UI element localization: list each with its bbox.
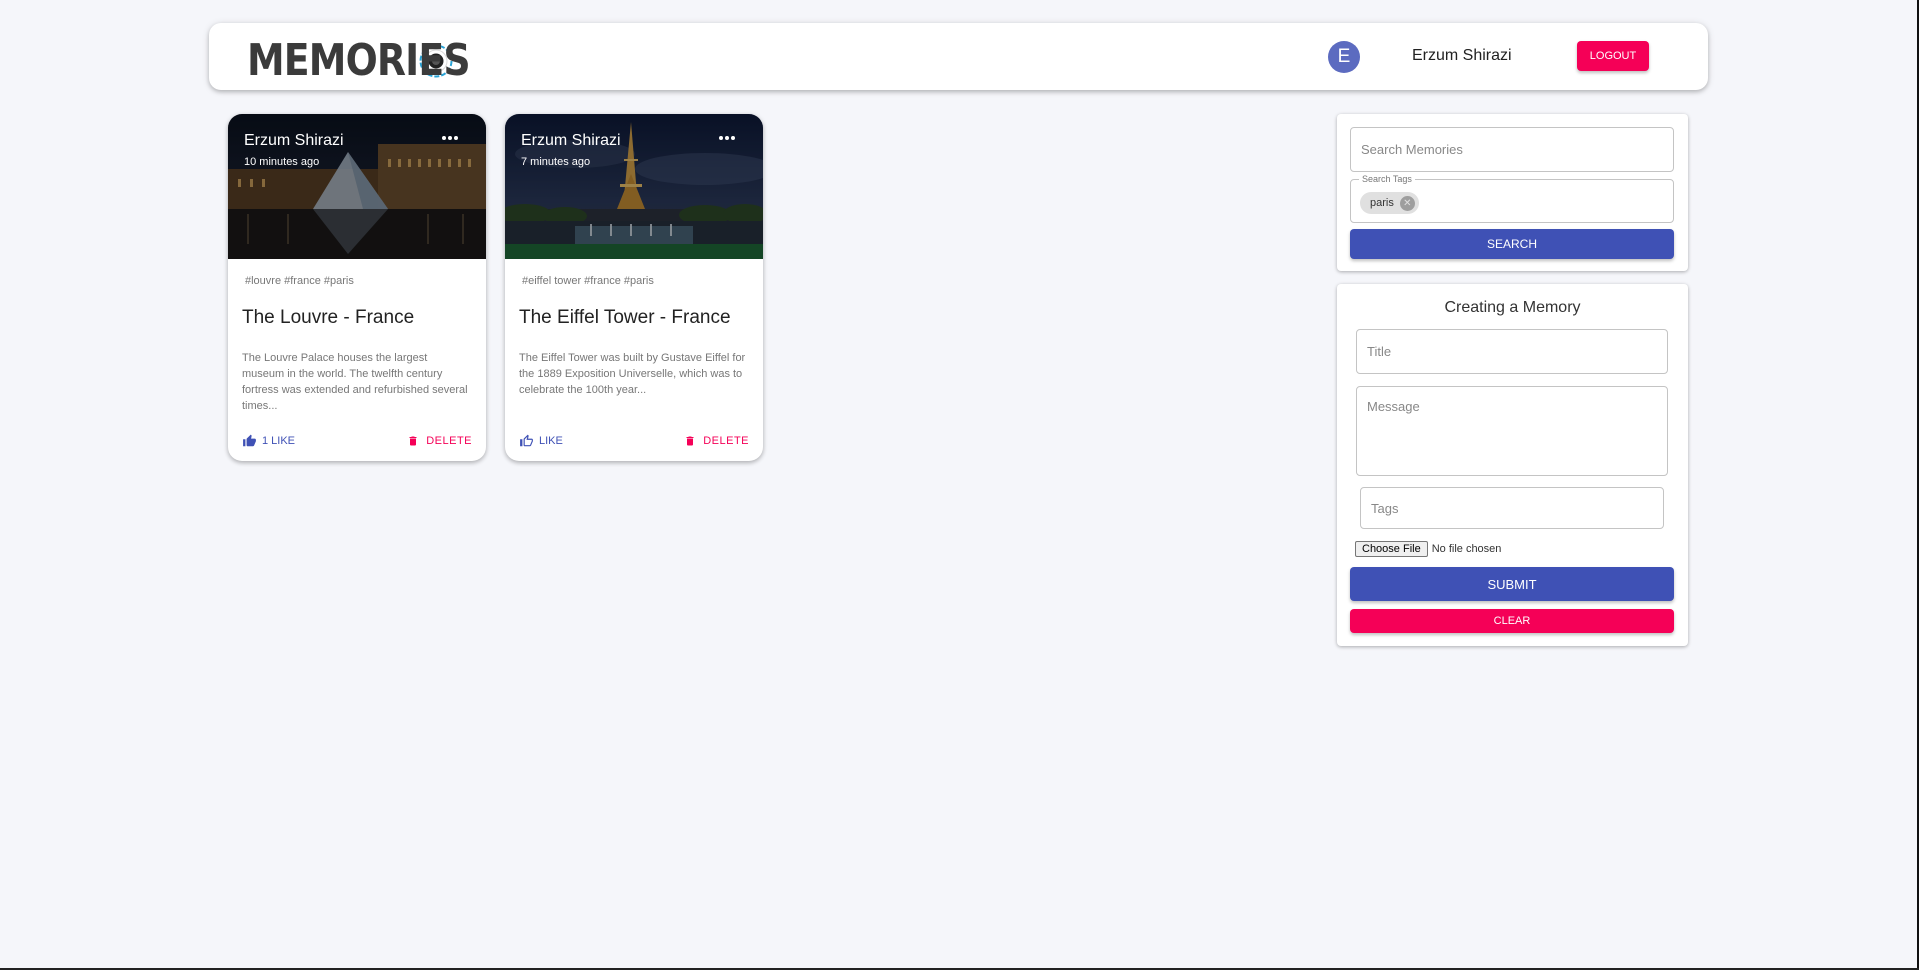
submit-button[interactable]: Submit <box>1350 567 1674 601</box>
like-button[interactable]: 1 Like <box>242 434 295 448</box>
post-author: Erzum Shirazi <box>244 132 344 149</box>
post-card[interactable]: Erzum Shirazi 10 minutes ago #louvre #fr… <box>228 114 486 461</box>
post-message: The Eiffel Tower was built by Gustave Ei… <box>519 352 746 396</box>
post-time: 7 minutes ago <box>521 156 591 168</box>
logout-button[interactable]: Logout <box>1577 41 1649 71</box>
post-author: Erzum Shirazi <box>521 132 621 149</box>
delete-button[interactable]: Delete <box>407 434 472 448</box>
search-tags-field[interactable]: Search Tags paris ✕ <box>1350 174 1674 223</box>
app-bar: Memories E Erzum Shirazi Logout <box>209 23 1708 90</box>
post-time: 10 minutes ago <box>244 156 320 168</box>
user-name: Erzum Shirazi <box>1412 47 1512 64</box>
trash-icon <box>409 436 417 446</box>
brand[interactable]: Memories <box>247 35 471 86</box>
message-input[interactable] <box>1357 387 1667 475</box>
delete-label: Delete <box>703 435 749 447</box>
like-label: Like <box>539 435 563 447</box>
form-heading: Creating a Memory <box>1444 299 1581 316</box>
avatar[interactable]: E <box>1328 41 1360 73</box>
tag-chip-label: paris <box>1370 197 1394 209</box>
post-title: The Louvre - France <box>242 307 415 328</box>
search-button[interactable]: Search <box>1350 229 1674 259</box>
search-panel: Search Tags paris ✕ Search <box>1337 114 1688 271</box>
tag-chip: paris ✕ <box>1360 192 1419 214</box>
post-image[interactable]: Erzum Shirazi 7 minutes ago <box>505 114 763 259</box>
search-memories-input[interactable] <box>1351 128 1673 171</box>
post-tags: #eiffel tower #france #paris <box>522 275 654 287</box>
trash-icon <box>686 436 694 446</box>
post-image[interactable]: Erzum Shirazi 10 minutes ago <box>228 114 486 259</box>
post-title: The Eiffel Tower - France <box>519 307 731 328</box>
title-input[interactable] <box>1357 330 1667 373</box>
choose-file-button[interactable]: Choose File <box>1355 541 1428 557</box>
search-tags-legend: Search Tags <box>1359 174 1415 184</box>
tags-field[interactable] <box>1360 487 1664 529</box>
file-upload: Choose File No file chosen <box>1355 541 1501 557</box>
brand-heading: Memories <box>247 35 471 86</box>
title-field[interactable] <box>1356 329 1668 374</box>
thumb-up-outline-icon <box>520 434 533 447</box>
like-button[interactable]: Like <box>519 434 563 448</box>
more-options-icon[interactable] <box>719 136 735 140</box>
clear-button[interactable]: Clear <box>1350 609 1674 633</box>
chip-remove-icon[interactable]: ✕ <box>1399 195 1415 211</box>
delete-label: Delete <box>426 435 472 447</box>
post-card[interactable]: Erzum Shirazi 7 minutes ago #eiffel towe… <box>505 114 763 461</box>
thumb-up-filled-icon <box>243 434 256 447</box>
search-memories-field[interactable] <box>1350 127 1674 172</box>
post-actions: Like Delete <box>519 434 749 448</box>
file-status: No file chosen <box>1431 543 1502 555</box>
tags-input[interactable] <box>1361 488 1663 528</box>
more-options-icon[interactable] <box>442 136 458 140</box>
post-actions: 1 Like Delete <box>242 434 472 448</box>
post-tags: #louvre #france #paris <box>245 275 354 287</box>
memory-form: Creating a Memory Choose File No file ch… <box>1337 284 1688 646</box>
delete-button[interactable]: Delete <box>684 434 749 448</box>
message-field[interactable] <box>1356 386 1668 476</box>
like-label: 1 Like <box>262 435 296 447</box>
post-message: The Louvre Palace houses the largest mus… <box>242 352 468 412</box>
